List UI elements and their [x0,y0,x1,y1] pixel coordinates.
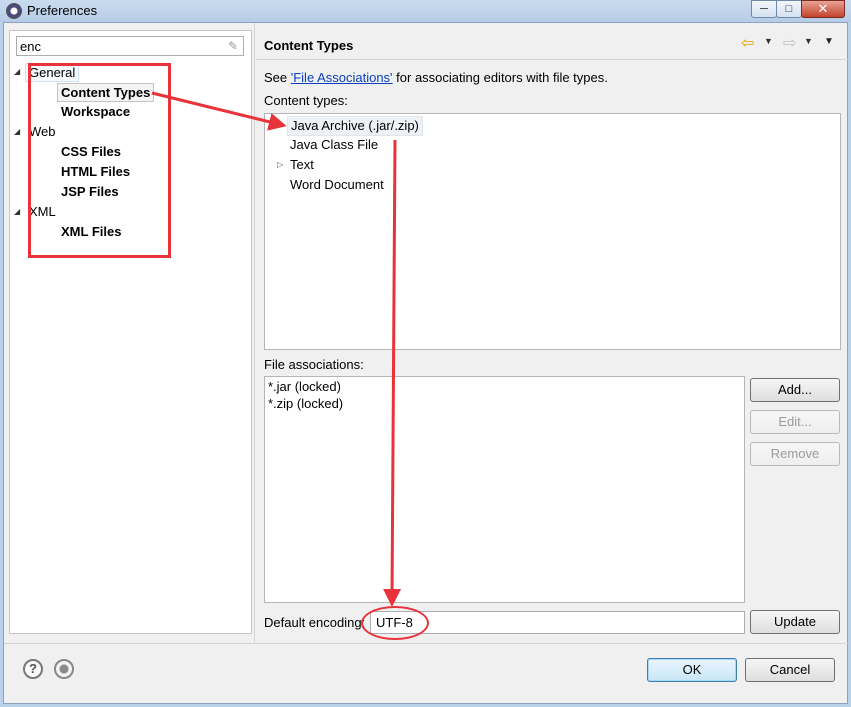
default-encoding-input[interactable] [370,611,745,634]
file-association-item[interactable]: *.jar (locked) [268,378,341,395]
cancel-button[interactable]: Cancel [745,658,835,682]
ok-button[interactable]: OK [647,658,737,682]
eraser-icon[interactable]: ✎ [228,40,241,52]
view-menu-icon[interactable]: ▼ [824,36,834,47]
remove-button[interactable]: Remove [750,442,840,466]
window-title-bar: Preferences ─ □ ✕ [0,0,851,22]
help-icon[interactable]: ? [23,659,43,679]
collapse-arrow-icon[interactable]: ◢ [14,202,24,222]
tree-label-web: Web [29,124,56,139]
window-controls: ─ □ ✕ [751,0,845,18]
maximize-button[interactable]: □ [776,0,802,18]
content-type-item[interactable]: Text [290,155,314,175]
minimize-button[interactable]: ─ [751,0,777,18]
footer-separator [4,643,849,644]
preference-tree-pane: ✎ ◢ General Content Types Workspace ◢ We… [9,30,252,634]
tree-item-css-files[interactable]: CSS Files [61,142,121,162]
tree-item-web[interactable]: ◢ Web [14,122,56,142]
tree-item-xml-files[interactable]: XML Files [61,222,121,242]
record-macro-icon[interactable] [54,659,74,679]
description-prefix: See [264,70,291,85]
content-types-tree[interactable]: Java Archive (.jar/.zip) Java Class File… [264,113,841,350]
expand-arrow-icon[interactable]: ▷ [277,155,283,175]
tree-item-general[interactable]: ◢ General [14,62,80,82]
back-history-dropdown-icon[interactable]: ▼ [764,36,773,46]
tree-item-content-types[interactable]: Content Types [57,82,155,102]
tree-item-workspace[interactable]: Workspace [61,102,130,122]
forward-history-dropdown-icon[interactable]: ▼ [804,36,813,46]
close-button[interactable]: ✕ [801,0,845,18]
file-associations-link[interactable]: 'File Associations' [291,70,393,85]
eclipse-app-icon [6,3,22,19]
edit-button[interactable]: Edit... [750,410,840,434]
page-description: See 'File Associations' for associating … [264,70,608,85]
file-associations-label: File associations: [264,357,364,372]
tree-label-content-types: Content Types [57,83,155,102]
collapse-arrow-icon[interactable]: ◢ [14,122,24,142]
description-suffix: for associating editors with file types. [392,70,608,85]
default-encoding-label: Default encoding: [264,615,366,630]
add-button[interactable]: Add... [750,378,840,402]
title-separator [256,59,848,60]
tree-item-xml[interactable]: ◢ XML [14,202,56,222]
filter-input[interactable] [16,36,244,56]
content-type-item[interactable]: Java Archive (.jar/.zip) [287,116,423,136]
content-types-label: Content types: [264,93,348,108]
collapse-arrow-icon[interactable]: ◢ [14,62,24,82]
file-association-item[interactable]: *.zip (locked) [268,395,343,412]
tree-item-html-files[interactable]: HTML Files [61,162,130,182]
content-type-item[interactable]: Word Document [290,175,384,195]
tree-label-general: General [25,63,80,82]
pane-sash[interactable] [254,23,255,643]
file-associations-list[interactable]: *.jar (locked) *.zip (locked) [264,376,745,603]
content-type-item[interactable]: Java Class File [290,135,378,155]
page-title: Content Types [264,38,354,53]
forward-arrow-icon[interactable]: ⇨ [783,35,801,53]
tree-label-xml: XML [29,204,56,219]
back-arrow-icon[interactable]: ⇦ [741,35,759,53]
tree-item-jsp-files[interactable]: JSP Files [61,182,119,202]
update-button[interactable]: Update [750,610,840,634]
preferences-dialog: ✎ ◢ General Content Types Workspace ◢ We… [3,22,849,704]
window-title: Preferences [27,3,98,18]
